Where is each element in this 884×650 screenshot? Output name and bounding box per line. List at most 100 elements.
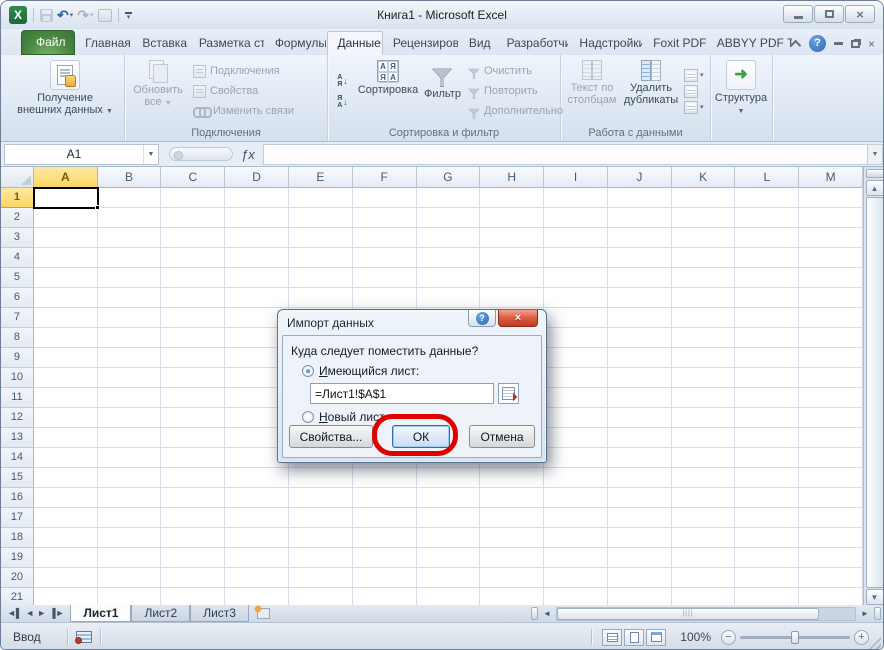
cell-E15[interactable] xyxy=(289,468,353,488)
cell-C18[interactable] xyxy=(161,528,225,548)
cell-M2[interactable] xyxy=(799,208,863,228)
reapply-button[interactable]: Повторить xyxy=(464,81,567,101)
cell-I3[interactable] xyxy=(544,228,608,248)
cell-C20[interactable] xyxy=(161,568,225,588)
cell-F16[interactable] xyxy=(353,488,417,508)
cell-G21[interactable] xyxy=(417,588,481,605)
page-break-view-button[interactable] xyxy=(646,629,666,646)
range-picker-button[interactable] xyxy=(498,383,519,404)
zoom-out-button[interactable]: − xyxy=(721,630,736,645)
cell-F1[interactable] xyxy=(353,188,417,208)
cell-J17[interactable] xyxy=(608,508,672,528)
cell-A3[interactable] xyxy=(34,228,98,248)
sort-za-button[interactable]: ЯА ↓ xyxy=(333,92,352,111)
cell-K11[interactable] xyxy=(672,388,736,408)
what-if-analysis-button[interactable]: ▾ xyxy=(684,101,704,114)
fill-handle[interactable] xyxy=(95,205,100,210)
properties-dialog-button[interactable]: Свойства... xyxy=(289,425,373,448)
cell-F5[interactable] xyxy=(353,268,417,288)
cell-G18[interactable] xyxy=(417,528,481,548)
cell-C9[interactable] xyxy=(161,348,225,368)
refresh-all-button[interactable]: Обновить все ▼ xyxy=(127,58,189,124)
ok-button[interactable]: ОК xyxy=(392,425,450,448)
remove-duplicates-button[interactable]: Удалить дубликаты xyxy=(621,58,681,124)
horizontal-split-handle[interactable] xyxy=(874,607,881,620)
cell-M4[interactable] xyxy=(799,248,863,268)
cell-K16[interactable] xyxy=(672,488,736,508)
minimize-button[interactable] xyxy=(783,5,813,23)
cell-G3[interactable] xyxy=(417,228,481,248)
cell-M14[interactable] xyxy=(799,448,863,468)
cell-D6[interactable] xyxy=(225,288,289,308)
cell-L6[interactable] xyxy=(735,288,799,308)
cell-A19[interactable] xyxy=(34,548,98,568)
cell-A16[interactable] xyxy=(34,488,98,508)
row-header-21[interactable]: 21 xyxy=(1,588,34,605)
cell-J10[interactable] xyxy=(608,368,672,388)
column-header-L[interactable]: L xyxy=(735,167,799,188)
cell-B19[interactable] xyxy=(98,548,162,568)
cell-A15[interactable] xyxy=(34,468,98,488)
cell-B21[interactable] xyxy=(98,588,162,605)
row-header-9[interactable]: 9 xyxy=(1,348,34,368)
tab-review[interactable]: Рецензирова xyxy=(383,31,459,55)
cell-A20[interactable] xyxy=(34,568,98,588)
vertical-scrollbar[interactable]: ▲ ▼ xyxy=(863,167,884,605)
cell-D16[interactable] xyxy=(225,488,289,508)
cell-L9[interactable] xyxy=(735,348,799,368)
cell-L10[interactable] xyxy=(735,368,799,388)
cell-M12[interactable] xyxy=(799,408,863,428)
cell-J15[interactable] xyxy=(608,468,672,488)
tab-foxit-pdf[interactable]: Foxit PDF xyxy=(643,31,707,55)
row-header-12[interactable]: 12 xyxy=(1,408,34,428)
cell-J8[interactable] xyxy=(608,328,672,348)
column-header-D[interactable]: D xyxy=(225,167,289,188)
cell-L15[interactable] xyxy=(735,468,799,488)
cell-J19[interactable] xyxy=(608,548,672,568)
cell-F17[interactable] xyxy=(353,508,417,528)
cell-C1[interactable] xyxy=(161,188,225,208)
cell-C8[interactable] xyxy=(161,328,225,348)
cell-L5[interactable] xyxy=(735,268,799,288)
cell-G1[interactable] xyxy=(417,188,481,208)
cell-E16[interactable] xyxy=(289,488,353,508)
column-header-G[interactable]: G xyxy=(417,167,481,188)
cell-L13[interactable] xyxy=(735,428,799,448)
tab-view[interactable]: Вид xyxy=(459,31,497,55)
zoom-in-button[interactable]: + xyxy=(854,630,869,645)
cell-A12[interactable] xyxy=(34,408,98,428)
column-header-F[interactable]: F xyxy=(353,167,417,188)
cell-J3[interactable] xyxy=(608,228,672,248)
cell-L17[interactable] xyxy=(735,508,799,528)
cell-J1[interactable] xyxy=(608,188,672,208)
cell-I16[interactable] xyxy=(544,488,608,508)
cell-E17[interactable] xyxy=(289,508,353,528)
row-header-2[interactable]: 2 xyxy=(1,208,34,228)
tab-insert[interactable]: Вставка xyxy=(132,31,188,55)
cell-M15[interactable] xyxy=(799,468,863,488)
cell-B3[interactable] xyxy=(98,228,162,248)
cell-E1[interactable] xyxy=(289,188,353,208)
cell-A7[interactable] xyxy=(34,308,98,328)
zoom-slider[interactable] xyxy=(740,636,850,639)
cell-H20[interactable] xyxy=(480,568,544,588)
zoom-slider-thumb[interactable] xyxy=(791,631,799,644)
cell-B18[interactable] xyxy=(98,528,162,548)
cell-B13[interactable] xyxy=(98,428,162,448)
cell-M3[interactable] xyxy=(799,228,863,248)
name-box[interactable]: A1 ▼ xyxy=(4,144,159,165)
cell-J18[interactable] xyxy=(608,528,672,548)
scroll-right-icon[interactable]: ► xyxy=(858,607,872,621)
scroll-left-icon[interactable]: ◄ xyxy=(540,607,554,621)
sort-az-button[interactable]: АЯ ↓ xyxy=(333,71,352,90)
advanced-filter-button[interactable]: Дополнительно xyxy=(464,101,567,121)
cell-M5[interactable] xyxy=(799,268,863,288)
clear-filter-button[interactable]: Очистить xyxy=(464,61,567,81)
cell-G2[interactable] xyxy=(417,208,481,228)
cell-M19[interactable] xyxy=(799,548,863,568)
cell-D20[interactable] xyxy=(225,568,289,588)
cell-K21[interactable] xyxy=(672,588,736,605)
tab-abbyy-pdf[interactable]: ABBYY PDF Tr xyxy=(707,31,793,55)
cell-K4[interactable] xyxy=(672,248,736,268)
column-header-K[interactable]: K xyxy=(672,167,736,188)
